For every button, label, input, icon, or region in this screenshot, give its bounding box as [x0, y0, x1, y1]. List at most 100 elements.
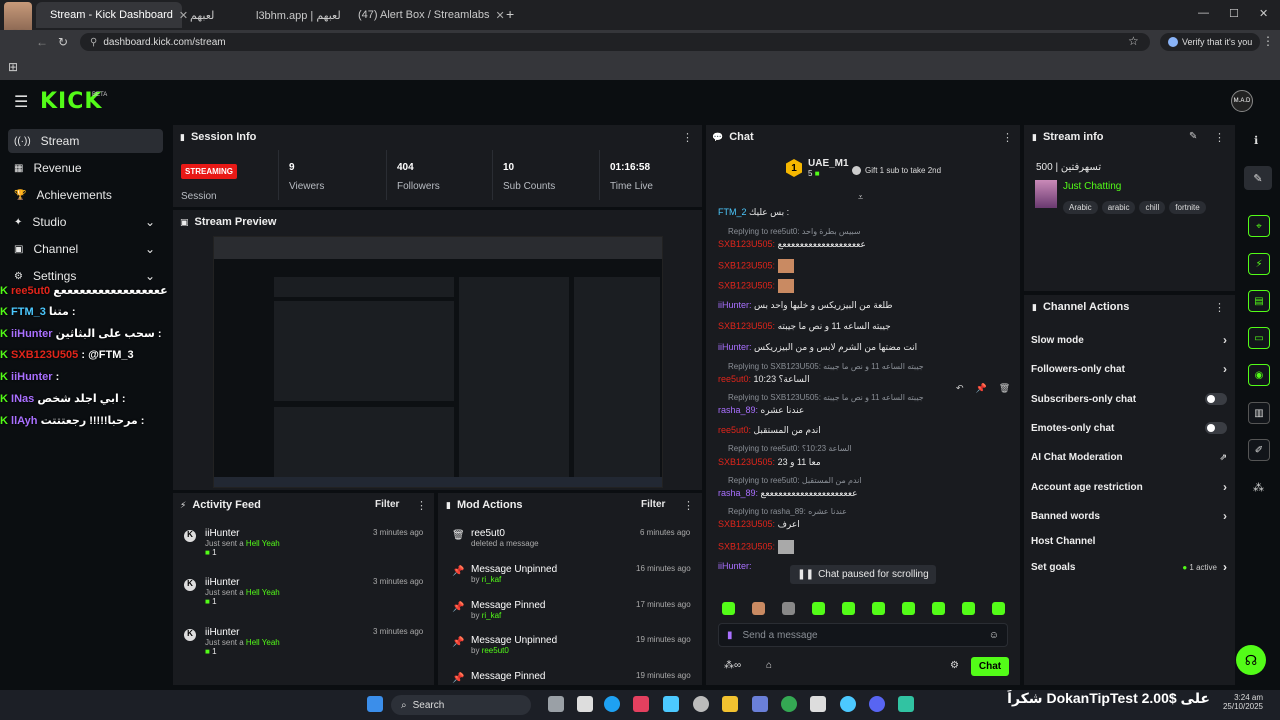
pin-message-icon[interactable]: 📌 — [976, 383, 987, 394]
user-avatar[interactable]: M.A.D — [1231, 90, 1253, 112]
tab-streamlabs[interactable]: (47) Alert Box / Streamlabs ✕ — [344, 2, 505, 28]
stream-preview-video[interactable] — [213, 236, 663, 488]
rail-chat-icon[interactable]: ▭ — [1248, 327, 1270, 349]
rail-more-icon[interactable]: ⁂ — [1253, 481, 1264, 494]
set-goals-row[interactable]: Set goals ● 1 active › — [1031, 557, 1227, 577]
emote-icon[interactable] — [812, 602, 825, 615]
browser-menu-icon[interactable]: ⋮ — [1262, 34, 1274, 48]
file-icon[interactable] — [577, 696, 593, 712]
subscribers-only-row[interactable]: Subscribers-only chat — [1031, 389, 1227, 409]
host-channel-row[interactable]: Host Channel — [1031, 531, 1227, 551]
reload-icon[interactable]: ↻ — [58, 35, 68, 49]
tag-chip[interactable]: Arabic — [1063, 201, 1098, 214]
back-icon[interactable]: ← — [36, 35, 48, 49]
emoji-icon[interactable]: ☺ — [989, 630, 999, 641]
vpn-icon[interactable] — [663, 696, 679, 712]
reply-icon[interactable]: ↶ — [956, 383, 964, 394]
profile-chip[interactable]: Verify that it's you — [1160, 33, 1261, 51]
discord-icon[interactable] — [869, 696, 885, 712]
subscribers-only-toggle[interactable] — [1205, 393, 1227, 405]
emotes-only-toggle[interactable] — [1205, 422, 1227, 434]
rail-broadcast-icon[interactable]: ◉ — [1248, 364, 1270, 386]
activity-menu-icon[interactable]: ⋮ — [416, 499, 427, 512]
sidebar-item-achievements[interactable]: 🏆 Achievements — [8, 183, 163, 207]
chat-paused-banner[interactable]: ❚❚ Chat paused for scrolling — [790, 565, 936, 584]
rail-scan-icon[interactable]: ⌖ — [1248, 215, 1270, 237]
close-tab-icon[interactable]: ✕ — [495, 9, 504, 22]
channel-actions-menu-icon[interactable]: ⋮ — [1214, 301, 1225, 314]
sidebar-item-revenue[interactable]: ▦ Revenue — [8, 156, 163, 180]
followers-only-row[interactable]: Followers-only chat › — [1031, 359, 1227, 379]
hamburger-icon[interactable]: ☰ — [14, 92, 28, 112]
rail-layout-icon[interactable]: ▥ — [1248, 402, 1270, 424]
chat-input[interactable]: ▮ Send a message ☺ — [718, 623, 1008, 647]
obs-icon[interactable] — [840, 696, 856, 712]
top-gifter[interactable]: 1 UAE_M1 5 ■ — [786, 158, 849, 178]
task-view-icon[interactable] — [548, 696, 564, 712]
chat-send-button[interactable]: Chat — [971, 657, 1009, 676]
new-tab-icon[interactable]: + — [506, 6, 514, 22]
chrome-icon[interactable] — [781, 696, 797, 712]
tag-chip[interactable]: chill — [1139, 201, 1166, 214]
chat-menu-icon[interactable]: ⋮ — [1002, 131, 1013, 144]
minimize-icon[interactable]: — — [1198, 7, 1209, 19]
emote-icon[interactable] — [992, 602, 1005, 615]
tag-chip[interactable]: fortnite — [1169, 201, 1206, 214]
epic-icon[interactable] — [810, 696, 826, 712]
banned-words-row[interactable]: Banned words › — [1031, 506, 1227, 526]
account-age-row[interactable]: Account age restriction › — [1031, 477, 1227, 497]
rail-edit-icon[interactable]: ✎ — [1244, 166, 1272, 190]
emote-icon[interactable] — [932, 602, 945, 615]
windows-start-icon[interactable] — [367, 696, 383, 712]
edge-icon[interactable] — [604, 696, 620, 712]
rail-clipboard-icon[interactable]: ▤ — [1248, 290, 1270, 312]
mic-icon[interactable]: ▮ — [727, 630, 733, 641]
close-window-icon[interactable]: ✕ — [1259, 7, 1268, 20]
settings-app-icon[interactable] — [693, 696, 709, 712]
url-field[interactable]: ⚲ dashboard.kick.com/stream — [80, 33, 1150, 51]
store-icon[interactable]: ⌂ — [766, 660, 772, 671]
streamlabs-icon[interactable] — [898, 696, 914, 712]
category-name[interactable]: Just Chatting — [1063, 181, 1121, 192]
emote-icon[interactable] — [782, 602, 795, 615]
slow-mode-row[interactable]: Slow mode › — [1031, 330, 1227, 350]
tab-l3bhm-app[interactable]: l3bhm.app | لعبهم — [248, 2, 344, 28]
emote-icon[interactable] — [872, 602, 885, 615]
sidebar-item-studio[interactable]: ✦ Studio ⌄ — [8, 210, 163, 234]
ai-moderation-row[interactable]: AI Chat Moderation ⇗ — [1031, 447, 1227, 467]
emote-icon[interactable] — [722, 602, 735, 615]
explorer-icon[interactable] — [722, 696, 738, 712]
edit-stream-info-icon[interactable]: ✎ — [1189, 131, 1197, 142]
sidebar-item-channel[interactable]: ▣ Channel ⌄ — [8, 237, 163, 261]
taskbar-search[interactable]: ⌕ Search — [391, 695, 531, 715]
sidebar-item-stream[interactable]: ((·)) Stream — [8, 129, 163, 153]
session-menu-icon[interactable]: ⋮ — [682, 131, 693, 144]
emotes-only-row[interactable]: Emotes-only chat — [1031, 418, 1227, 438]
mod-menu-icon[interactable]: ⋮ — [683, 499, 694, 512]
tab-l3bhm[interactable]: لعبهم — [182, 2, 244, 28]
emote-icon[interactable] — [962, 602, 975, 615]
pinned-collapse-icon[interactable]: ⩡ — [858, 192, 863, 203]
maximize-icon[interactable]: ☐ — [1229, 7, 1239, 20]
tab-kick-dashboard[interactable]: Stream - Kick Dashboard ✕ — [36, 2, 188, 28]
activity-filter-button[interactable]: Filter — [375, 499, 399, 510]
tag-chip[interactable]: arabic — [1101, 201, 1136, 214]
chat-settings-icon[interactable]: ⚙ — [950, 660, 959, 671]
tiktok-icon[interactable] — [633, 696, 649, 712]
apps-grid-icon[interactable]: ⊞ — [8, 60, 18, 74]
stream-info-menu-icon[interactable]: ⋮ — [1214, 131, 1225, 144]
emote-icon[interactable] — [902, 602, 915, 615]
rail-bolt-icon[interactable]: ⚡ — [1248, 253, 1270, 275]
site-info-icon[interactable]: ⚲ — [90, 37, 97, 48]
emote-icon[interactable] — [842, 602, 855, 615]
rail-tools-icon[interactable]: ✐ — [1248, 439, 1270, 461]
delete-message-icon[interactable]: 🗑 — [999, 383, 1010, 394]
rail-info-icon[interactable]: ℹ — [1254, 134, 1258, 147]
app-icon[interactable] — [752, 696, 768, 712]
mod-filter-button[interactable]: Filter — [641, 499, 665, 510]
support-button-icon[interactable]: ☊ — [1236, 645, 1266, 675]
gift-sub-prompt[interactable]: Gift 1 sub to take 2nd — [852, 166, 941, 175]
emote-icon[interactable] — [752, 602, 765, 615]
chat-tools-icon[interactable]: ⁂∞ — [724, 660, 741, 671]
bookmark-star-icon[interactable]: ☆ — [1128, 34, 1139, 48]
